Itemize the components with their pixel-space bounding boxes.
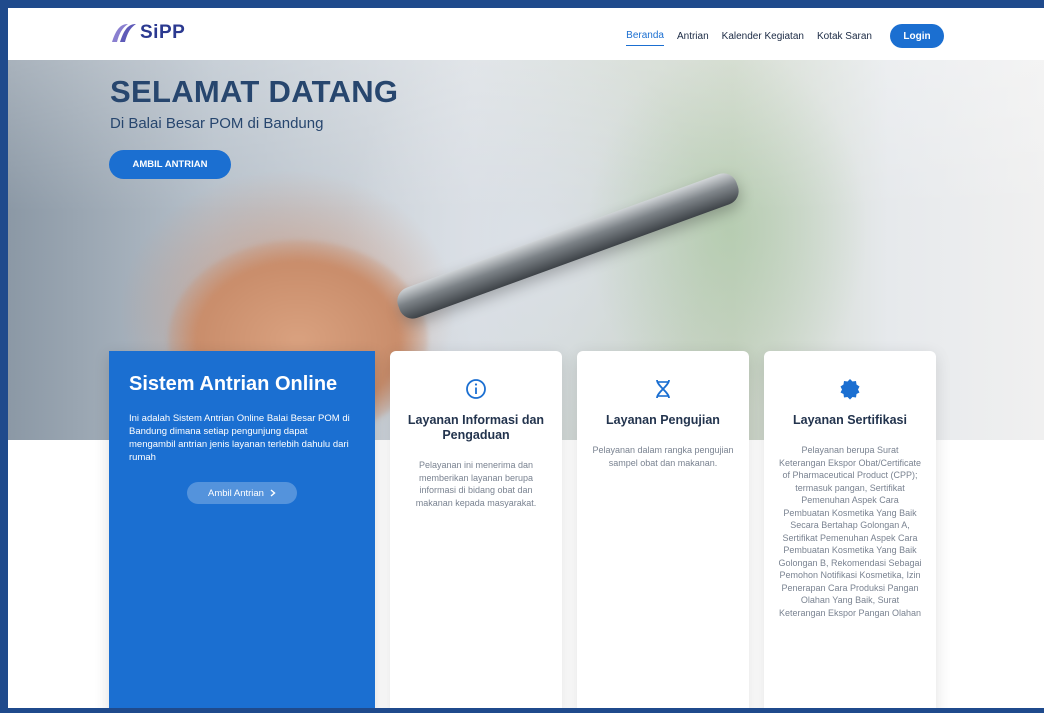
chevron-right-icon	[270, 489, 276, 497]
service-card-informasi[interactable]: Layanan Informasi dan Pengaduan Pelayana…	[390, 351, 562, 708]
service-card-pengujian[interactable]: Layanan Pengujian Pelayanan dalam rangka…	[577, 351, 749, 708]
ambil-antrian-button[interactable]: Ambil Antrian	[187, 482, 297, 504]
hero-title: SELAMAT DATANG	[110, 74, 399, 109]
badge-icon	[840, 379, 860, 400]
info-icon	[466, 379, 486, 399]
logo-icon	[112, 24, 136, 42]
intro-card-title: Sistem Antrian Online	[129, 373, 338, 395]
logo-text: SiPP	[140, 22, 186, 43]
intro-card-text: Ini adalah Sistem Antrian Online Balai B…	[129, 413, 350, 463]
service-title: Layanan Informasi dan Pengaduan	[407, 413, 545, 442]
browser-viewport: SiPP Beranda Antrian Kalender Kegiatan K…	[8, 8, 1044, 708]
service-card-sertifikasi[interactable]: Layanan Sertifikasi Pelayanan berupa Sur…	[764, 351, 936, 708]
service-title: Layanan Pengujian	[606, 413, 720, 427]
service-title: Layanan Sertifikasi	[793, 413, 907, 427]
nav-link-kalender-kegiatan[interactable]: Kalender Kegiatan	[722, 27, 804, 46]
service-description: Pelayanan berupa Surat Keterangan Ekspor…	[778, 445, 922, 618]
hero-subtitle: Di Balai Besar POM di Bandung	[110, 115, 324, 132]
login-button[interactable]: Login	[890, 24, 944, 48]
top-navbar: SiPP Beranda Antrian Kalender Kegiatan K…	[8, 8, 1044, 60]
ambil-antrian-label: Ambil Antrian	[208, 487, 264, 499]
service-description: Pelayanan ini menerima dan memberikan la…	[415, 460, 537, 508]
intro-card: Sistem Antrian Online Ini adalah Sistem …	[109, 351, 375, 708]
nav-link-kotak-saran[interactable]: Kotak Saran	[817, 27, 872, 46]
ambil-antrian-hero-button[interactable]: AMBIL ANTRIAN	[109, 150, 231, 179]
main-nav: Beranda Antrian Kalender Kegiatan Kotak …	[613, 24, 944, 48]
logo[interactable]: SiPP	[108, 22, 185, 44]
nav-link-antrian[interactable]: Antrian	[677, 27, 709, 46]
nav-link-beranda[interactable]: Beranda	[626, 26, 664, 46]
dna-icon	[656, 379, 670, 399]
service-description: Pelayanan dalam rangka pengujian sampel …	[592, 445, 734, 468]
